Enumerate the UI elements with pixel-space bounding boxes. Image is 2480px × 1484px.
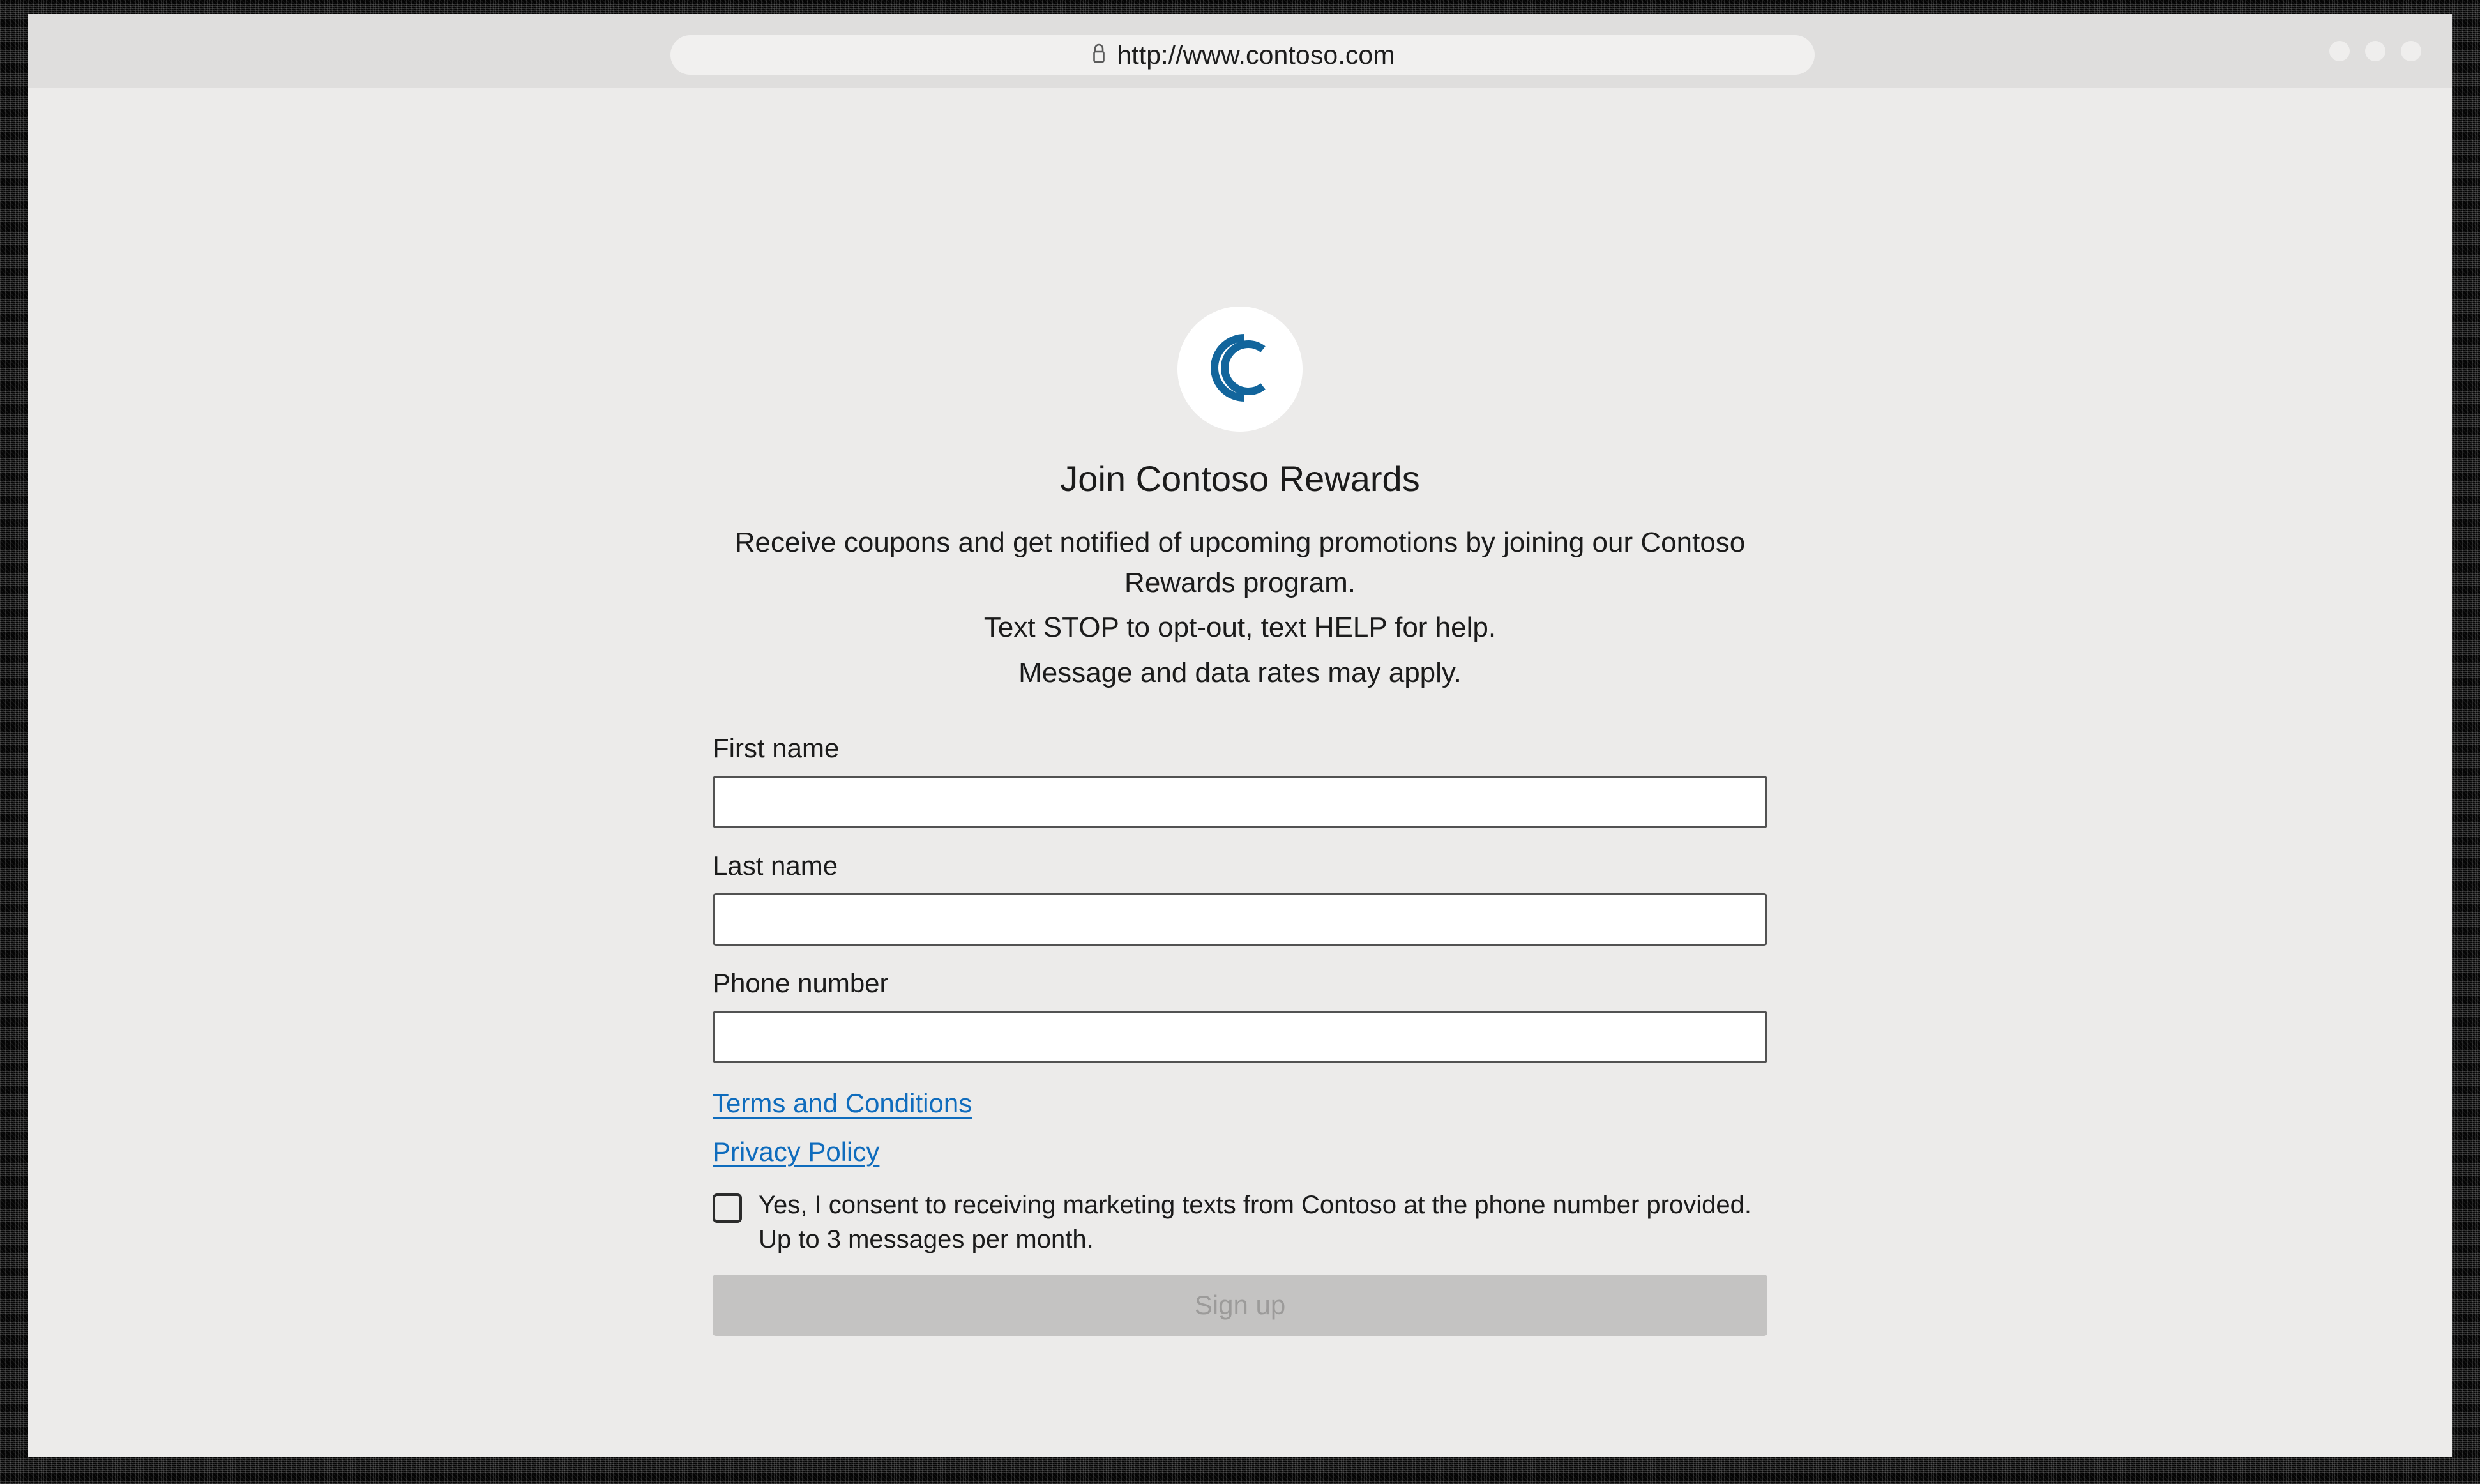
last-name-field-group: Last name xyxy=(713,852,1767,946)
lock-icon xyxy=(1090,42,1108,68)
browser-toolbar: http://www.contoso.com xyxy=(28,14,2452,88)
address-bar-url: http://www.contoso.com xyxy=(1117,40,1395,70)
address-bar[interactable]: http://www.contoso.com xyxy=(670,35,1815,75)
first-name-field-group: First name xyxy=(713,733,1767,829)
page-title: Join Contoso Rewards xyxy=(1060,458,1420,499)
consent-row: Yes, I consent to receiving marketing te… xyxy=(713,1188,1767,1256)
marketing-consent-label: Yes, I consent to receiving marketing te… xyxy=(759,1191,1751,1253)
last-name-input[interactable] xyxy=(713,893,1767,946)
privacy-policy-link[interactable]: Privacy Policy xyxy=(713,1137,879,1167)
screenshot-frame: http://www.contoso.com Join Contoso Rewa… xyxy=(0,0,2480,1484)
rates-disclaimer-text: Message and data rates may apply. xyxy=(1018,656,1462,688)
phone-number-input[interactable] xyxy=(713,1011,1767,1064)
privacy-link-row: Privacy Policy xyxy=(713,1137,1767,1167)
browser-window: http://www.contoso.com Join Contoso Rewa… xyxy=(28,14,2452,1457)
phone-number-label: Phone number xyxy=(713,968,889,999)
first-name-input[interactable] xyxy=(713,776,1767,829)
phone-number-field-group: Phone number xyxy=(713,968,1767,1064)
page-body: Join Contoso Rewards Receive coupons and… xyxy=(28,88,2452,1457)
maximize-dot[interactable] xyxy=(2365,41,2385,61)
terms-and-conditions-link[interactable]: Terms and Conditions xyxy=(713,1088,972,1118)
terms-link-row: Terms and Conditions xyxy=(713,1088,1767,1118)
intro-text: Receive coupons and get notified of upco… xyxy=(734,527,1746,598)
contoso-logo xyxy=(1177,307,1303,432)
contoso-double-c-logo-icon xyxy=(1198,326,1282,413)
sign-up-button[interactable]: Sign up xyxy=(713,1274,1767,1336)
marketing-consent-checkbox[interactable] xyxy=(713,1193,742,1223)
stop-help-text: Text STOP to opt-out, text HELP for help… xyxy=(983,612,1497,644)
minimize-dot[interactable] xyxy=(2329,41,2350,61)
signup-card: Join Contoso Rewards Receive coupons and… xyxy=(28,88,2452,1336)
close-dot[interactable] xyxy=(2401,41,2421,61)
signup-form: First name Last name Phone number Terms … xyxy=(713,735,1767,1336)
first-name-label: First name xyxy=(713,733,840,764)
last-name-label: Last name xyxy=(713,851,838,881)
window-controls xyxy=(2329,41,2421,61)
